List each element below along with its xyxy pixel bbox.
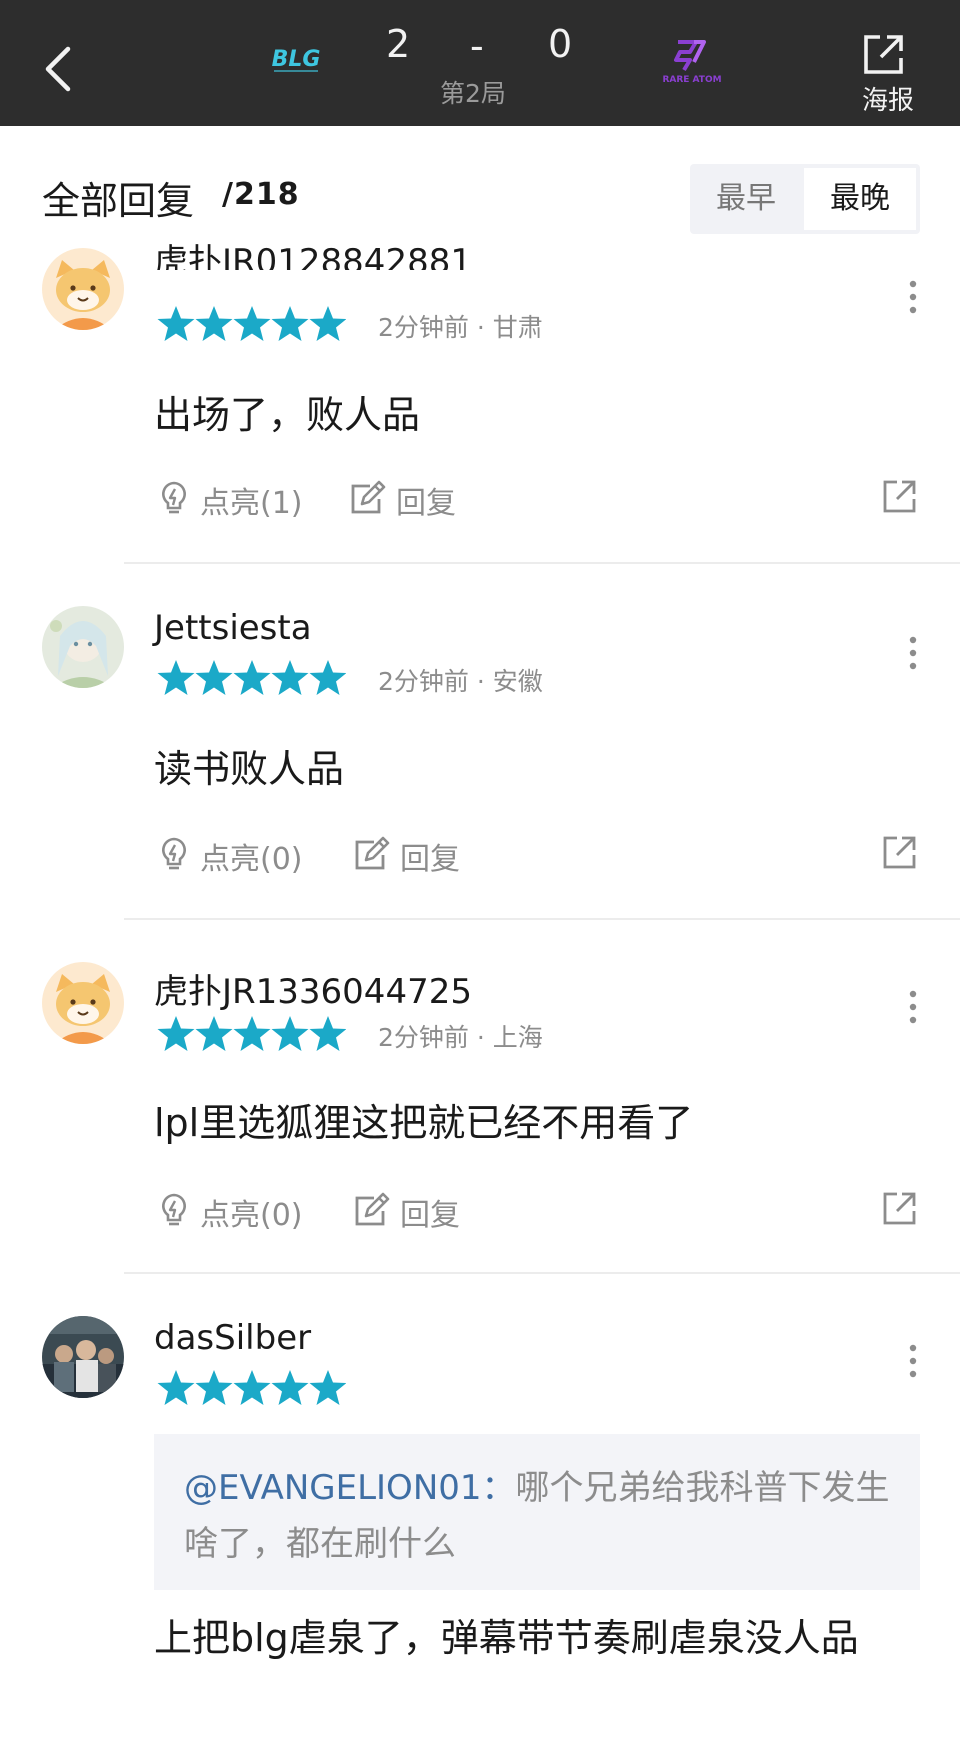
comment-username[interactable]: Jettsiesta [154, 608, 312, 648]
team-logo-blg[interactable]: BLG [260, 42, 332, 78]
avatar[interactable] [42, 962, 124, 1044]
sort-earliest-button[interactable]: 最早 [690, 164, 802, 234]
comment-text: lpl里选狐狸这把就已经不用看了 [154, 1101, 694, 1145]
like-button[interactable]: 点亮(0) [156, 1190, 316, 1233]
more-vertical-icon[interactable] [906, 990, 920, 1024]
quoted-reply-text: @EVANGELION01：哪个兄弟给我科普下发生啥了，都在刷什么 [184, 1460, 904, 1572]
edit-icon [352, 836, 392, 872]
share-out-icon[interactable] [882, 478, 918, 514]
score-right: 0 [548, 22, 573, 66]
score-left: 2 [386, 22, 411, 66]
comment-username[interactable]: 虎扑JR0128842881 [154, 244, 472, 270]
comment-meta: 2分钟前 · 上海 [378, 1023, 543, 1052]
comment-meta: 2分钟前 · 甘肃 [378, 313, 543, 342]
like-button[interactable]: 点亮(1) [156, 478, 316, 521]
match-header-bar: BLG 2 - 0 第2局 RARE ATOM 海报 [0, 0, 960, 126]
comment-text: 上把blg虐泉了，弹幕带节奏刷虐泉没人品 [154, 1616, 859, 1660]
like-label: 点亮(0) [200, 842, 303, 877]
share-out-icon[interactable] [882, 1190, 918, 1226]
comment-username[interactable]: dasSilber [154, 1318, 311, 1358]
comment-meta: 2分钟前 · 安徽 [378, 667, 543, 696]
score-separator: - [470, 24, 484, 68]
divider [124, 562, 960, 564]
more-vertical-icon[interactable] [906, 636, 920, 670]
star-rating [156, 1014, 346, 1054]
divider [124, 1272, 960, 1274]
reply-label: 回复 [400, 1198, 460, 1233]
more-vertical-icon[interactable] [906, 1344, 920, 1378]
comment-text: 读书败人品 [154, 747, 345, 791]
quoted-reply-username[interactable]: @EVANGELION01： [184, 1468, 516, 1508]
poster-button-label[interactable]: 海报 [862, 80, 914, 117]
sort-latest-button[interactable]: 最晚 [804, 168, 916, 230]
like-label: 点亮(0) [200, 1198, 303, 1233]
comment-username[interactable]: 虎扑JR1336044725 [154, 964, 472, 1013]
svg-text:RARE ATOM: RARE ATOM [662, 75, 721, 85]
like-label: 点亮(1) [200, 486, 303, 521]
avatar[interactable] [42, 1316, 124, 1398]
reply-label: 回复 [396, 486, 456, 521]
all-replies-title: 全部回复 [42, 179, 195, 223]
like-button[interactable]: 点亮(0) [156, 834, 316, 877]
reply-count: /218 [222, 177, 300, 212]
team-logo-rare-atom[interactable]: RARE ATOM [648, 36, 736, 86]
reply-label: 回复 [400, 842, 460, 877]
share-out-icon[interactable] [882, 834, 918, 870]
reply-button[interactable]: 回复 [352, 1190, 472, 1233]
poster-share-icon[interactable] [862, 32, 906, 76]
star-rating [156, 658, 346, 698]
edit-icon [348, 480, 388, 516]
avatar[interactable] [42, 606, 124, 688]
reply-button[interactable]: 回复 [352, 834, 472, 877]
star-rating [156, 1368, 346, 1408]
lightbulb-icon [156, 480, 192, 516]
more-vertical-icon[interactable] [906, 280, 920, 314]
comment-text: 出场了，败人品 [154, 393, 421, 437]
lightbulb-icon [156, 836, 192, 872]
edit-icon [352, 1192, 392, 1228]
quoted-reply[interactable]: @EVANGELION01：哪个兄弟给我科普下发生啥了，都在刷什么 [154, 1434, 920, 1590]
lightbulb-icon [156, 1192, 192, 1228]
chevron-left-icon[interactable] [40, 45, 76, 93]
game-number-label: 第2局 [440, 79, 506, 108]
divider [124, 918, 960, 920]
sort-toggle: 最早 最晚 [690, 164, 920, 234]
svg-text:BLG: BLG [272, 47, 321, 72]
reply-button[interactable]: 回复 [348, 478, 468, 521]
star-rating [156, 304, 346, 344]
